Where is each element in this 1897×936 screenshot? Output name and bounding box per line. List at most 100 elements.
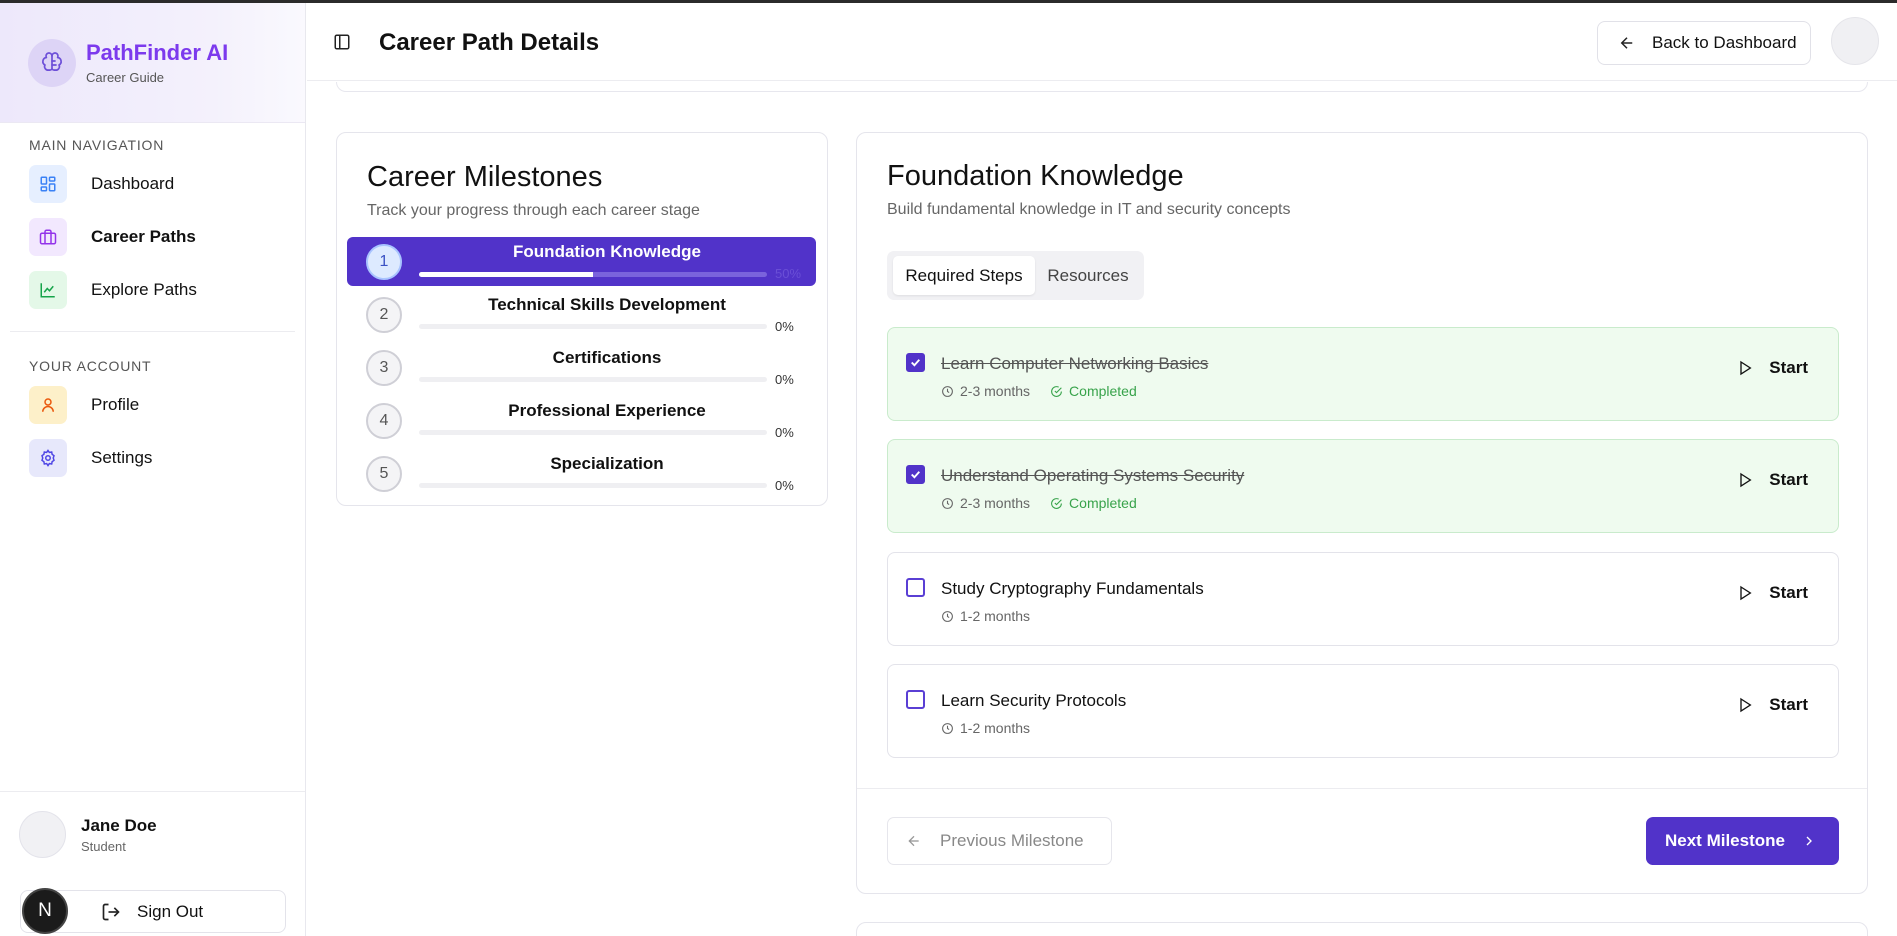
milestone-item-1[interactable]: 1 Foundation Knowledge 50%: [347, 237, 816, 286]
milestone-number: 2: [366, 297, 402, 333]
step-checkbox[interactable]: [906, 690, 925, 709]
step-status: Completed: [1069, 495, 1137, 511]
sidebar-item-label: Career Paths: [91, 226, 196, 246]
milestone-name: Foundation Knowledge: [513, 242, 701, 261]
milestone-progress-bar: [419, 377, 767, 382]
sidebar-item-label: Settings: [91, 447, 153, 467]
start-label: Start: [1769, 470, 1808, 489]
next-milestone-button[interactable]: Next Milestone: [1646, 817, 1839, 865]
play-icon: [1740, 472, 1752, 488]
dashboard-icon: [29, 164, 67, 203]
milestone-progress-bar: [419, 483, 767, 488]
brand-subtitle: Career Guide: [86, 70, 165, 85]
sidebar-item-dashboard[interactable]: Dashboard: [0, 157, 305, 210]
sidebar-item-label: Profile: [91, 394, 140, 414]
milestone-number: 5: [366, 456, 402, 492]
step-duration: 2-3 months: [960, 383, 1031, 399]
check-icon: [911, 359, 920, 367]
avatar[interactable]: [1831, 17, 1879, 65]
brain-logo-icon: [28, 38, 76, 87]
play-icon: [1740, 585, 1752, 601]
step-item: Understand Operating Systems Security 2-…: [887, 439, 1839, 533]
career-milestones-card: Career Milestones Track your progress th…: [336, 132, 828, 506]
sidebar-item-profile[interactable]: Profile: [0, 378, 305, 431]
start-button[interactable]: Start: [1737, 358, 1808, 378]
sidebar-item-settings[interactable]: Settings: [0, 431, 305, 484]
card-footer-divider: [857, 788, 1867, 789]
milestone-percent: 0%: [775, 425, 794, 440]
milestone-subtitle: Build fundamental knowledge in IT and se…: [887, 201, 1291, 218]
start-label: Start: [1769, 695, 1808, 714]
start-button[interactable]: Start: [1737, 470, 1808, 490]
milestone-progress-bar: [419, 430, 767, 435]
milestones-subtitle: Track your progress through each career …: [367, 202, 700, 219]
top-header: Career Path Details Back to Dashboard: [307, 3, 1897, 81]
start-label: Start: [1769, 583, 1808, 602]
sidebar-item-career-paths[interactable]: Career Paths: [0, 210, 305, 263]
next-label: Next Milestone: [1665, 831, 1785, 850]
sidebar-toggle-icon[interactable]: [333, 33, 351, 56]
step-status: Completed: [1069, 383, 1137, 399]
check-icon: [911, 471, 920, 479]
arrow-left-icon: [1620, 37, 1633, 49]
milestone-percent: 0%: [775, 319, 794, 334]
back-label: Back to Dashboard: [1652, 33, 1797, 52]
milestone-percent: 0%: [775, 478, 794, 493]
completed-badge: Completed: [1050, 383, 1137, 399]
step-checkbox[interactable]: [906, 578, 925, 597]
user-icon: [29, 385, 67, 424]
milestone-item-2[interactable]: 2 Technical Skills Development 0%: [347, 290, 816, 339]
sidebar-item-explore-paths[interactable]: Explore Paths: [0, 263, 305, 316]
user-panel: Jane Doe Student Sign Out N: [0, 791, 305, 934]
previous-milestone-button[interactable]: Previous Milestone: [887, 817, 1112, 865]
step-duration: 1-2 months: [960, 608, 1031, 624]
start-button[interactable]: Start: [1737, 695, 1808, 715]
milestone-percent: 50%: [775, 266, 802, 281]
arrow-left-icon: [908, 835, 919, 847]
logout-icon: [102, 903, 120, 921]
step-item: Study Cryptography Fundamentals 1-2 mont…: [887, 552, 1839, 646]
milestone-progress-bar: [419, 272, 767, 277]
milestone-percent: 0%: [775, 372, 794, 387]
check-circle-icon: [1051, 497, 1062, 509]
milestone-item-3[interactable]: 3 Certifications 0%: [347, 343, 816, 392]
chevron-right-icon: [1806, 836, 1812, 846]
start-label: Start: [1769, 358, 1808, 377]
start-button[interactable]: Start: [1737, 583, 1808, 603]
step-name: Study Cryptography Fundamentals: [941, 579, 1204, 598]
milestone-name: Technical Skills Development: [488, 295, 726, 314]
brand-header[interactable]: PathFinder AI Career Guide: [0, 3, 305, 123]
sign-out-label: Sign Out: [137, 901, 204, 921]
completed-badge: Completed: [1050, 495, 1137, 511]
milestones-title: Career Milestones: [367, 161, 603, 193]
avatar[interactable]: [19, 811, 66, 858]
user-name: Jane Doe: [81, 815, 157, 835]
milestone-number: 3: [366, 350, 402, 386]
tab-resources[interactable]: Resources: [1037, 256, 1139, 295]
dev-badge[interactable]: N: [22, 888, 68, 934]
milestone-item-4[interactable]: 4 Professional Experience 0%: [347, 396, 816, 445]
step-name: Learn Security Protocols: [941, 691, 1127, 710]
play-icon: [1740, 360, 1752, 376]
sidebar: PathFinder AI Career Guide MAIN NAVIGATI…: [0, 3, 306, 936]
step-item: Learn Computer Networking Basics 2-3 mon…: [887, 327, 1839, 421]
step-checkbox[interactable]: [906, 465, 925, 484]
milestone-item-5[interactable]: 5 Specialization 0%: [347, 449, 816, 498]
step-duration: 1-2 months: [960, 720, 1031, 736]
next-card-edge: [856, 922, 1868, 936]
step-checkbox[interactable]: [906, 353, 925, 372]
tab-required-steps[interactable]: Required Steps: [893, 256, 1035, 295]
step-duration: 2-3 months: [960, 495, 1031, 511]
gear-icon: [29, 438, 67, 477]
step-name: Learn Computer Networking Basics: [941, 354, 1209, 373]
play-icon: [1740, 697, 1752, 713]
main-nav-heading: MAIN NAVIGATION: [29, 137, 165, 153]
back-to-dashboard-button[interactable]: Back to Dashboard: [1597, 21, 1811, 65]
milestone-progress-bar: [419, 324, 767, 329]
milestone-name: Specialization: [550, 454, 664, 473]
milestone-name: Professional Experience: [508, 401, 706, 420]
step-item: Learn Security Protocols 1-2 months Star…: [887, 664, 1839, 758]
milestone-number: 4: [366, 403, 402, 439]
tab-list: Required Steps Resources: [887, 251, 1144, 300]
sidebar-item-label: Dashboard: [91, 173, 175, 193]
